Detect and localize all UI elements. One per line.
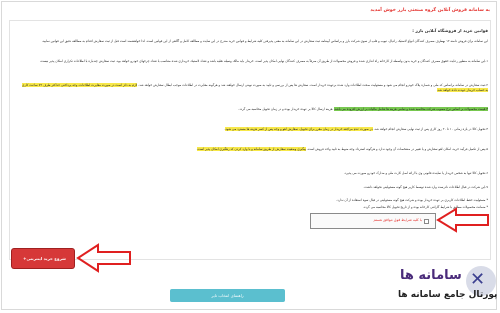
agree-checkbox[interactable] (424, 219, 429, 224)
terms-item-4-text: ۴-تحویل کالا در بازه زمانی ۱۰ تا ۲۰ روز … (373, 127, 488, 131)
terms-heading: قوانین خرید از فروشگاه آنلاین بارز : (412, 28, 488, 33)
agree-checkbox-label: با کلیه شرایط فوق موافق هستم (373, 218, 422, 222)
terms-item-7: ۷-این شرکت در قبال اطلاعات نادرست وارد ش… (363, 185, 488, 189)
terms-item-3: ۳-قیمت محصولات بر اساس نرخ مصوب شرکت محا… (22, 107, 488, 122)
watermark-brand: سامانه ها (400, 268, 462, 283)
start-purchase-button[interactable]: +شروع خرید اینترنتی (12, 249, 74, 268)
agree-checkbox-row[interactable]: با کلیه شرایط فوق موافق هستم (310, 213, 436, 229)
watermark-tagline: پورتال جامع سامانه ها (398, 290, 498, 300)
terms-item-3-highlight: ۳-قیمت محصولات بر اساس نرخ مصوب شرکت محا… (333, 107, 488, 111)
page-title: به سامانه فروش آنلاین گروه صنعتی بارز خو… (370, 8, 490, 13)
terms-item-1: ۱-این سامانه به منظور رعایت حقوق مصرف کن… (39, 59, 488, 63)
terms-item-2: ۲-ثبت سفارش در سامانه براساس کد ملی و شم… (22, 83, 488, 103)
terms-item-3-text: هزینه ارسال کالا بر عهده خریدار بوده و د… (238, 107, 333, 111)
terms-item-2-text: ۲-ثبت سفارش در سامانه براساس کد ملی و شم… (138, 83, 488, 87)
terms-item-5-highlight: پیگیری وضعیت سفارش از طریق سامانه و با و… (196, 147, 306, 151)
terms-item-6: ۶-تحویل کالا تنها به شخص خریدار یا نماین… (344, 171, 488, 175)
tire-guide-button[interactable]: راهنمای انتخاب تایر (170, 289, 285, 302)
arrow-left-icon-2 (76, 243, 131, 273)
terms-item-4-highlight: در صورت عدم مراجعه خریدار در زمان مقرر ب… (224, 127, 373, 131)
arrow-left-icon (436, 207, 489, 233)
terms-intro: این سامانه برای فروش دامنه ۱۲ بهطرف مصرف… (41, 39, 488, 43)
terms-item-5: ۵-پس از تکمیل فرآیند خرید، امکان لغو سفا… (22, 147, 488, 167)
terms-item-5-text: ۵-پس از تکمیل فرآیند خرید، امکان لغو سفا… (306, 147, 488, 151)
start-purchase-label: شروع خرید اینترنتی (26, 256, 66, 261)
terms-note-2: * ضمانت محصولات مطابق با شرایط گارانتی ک… (362, 205, 488, 209)
terms-item-4: ۴-تحویل کالا در بازه زمانی ۱۰ تا ۲۰ روز … (22, 127, 488, 142)
terms-note-1: * مسئولیت حفظ اطلاعات کاربری بر عهده خری… (336, 198, 488, 202)
brand-logo-mark-icon: ✕ (470, 269, 486, 290)
